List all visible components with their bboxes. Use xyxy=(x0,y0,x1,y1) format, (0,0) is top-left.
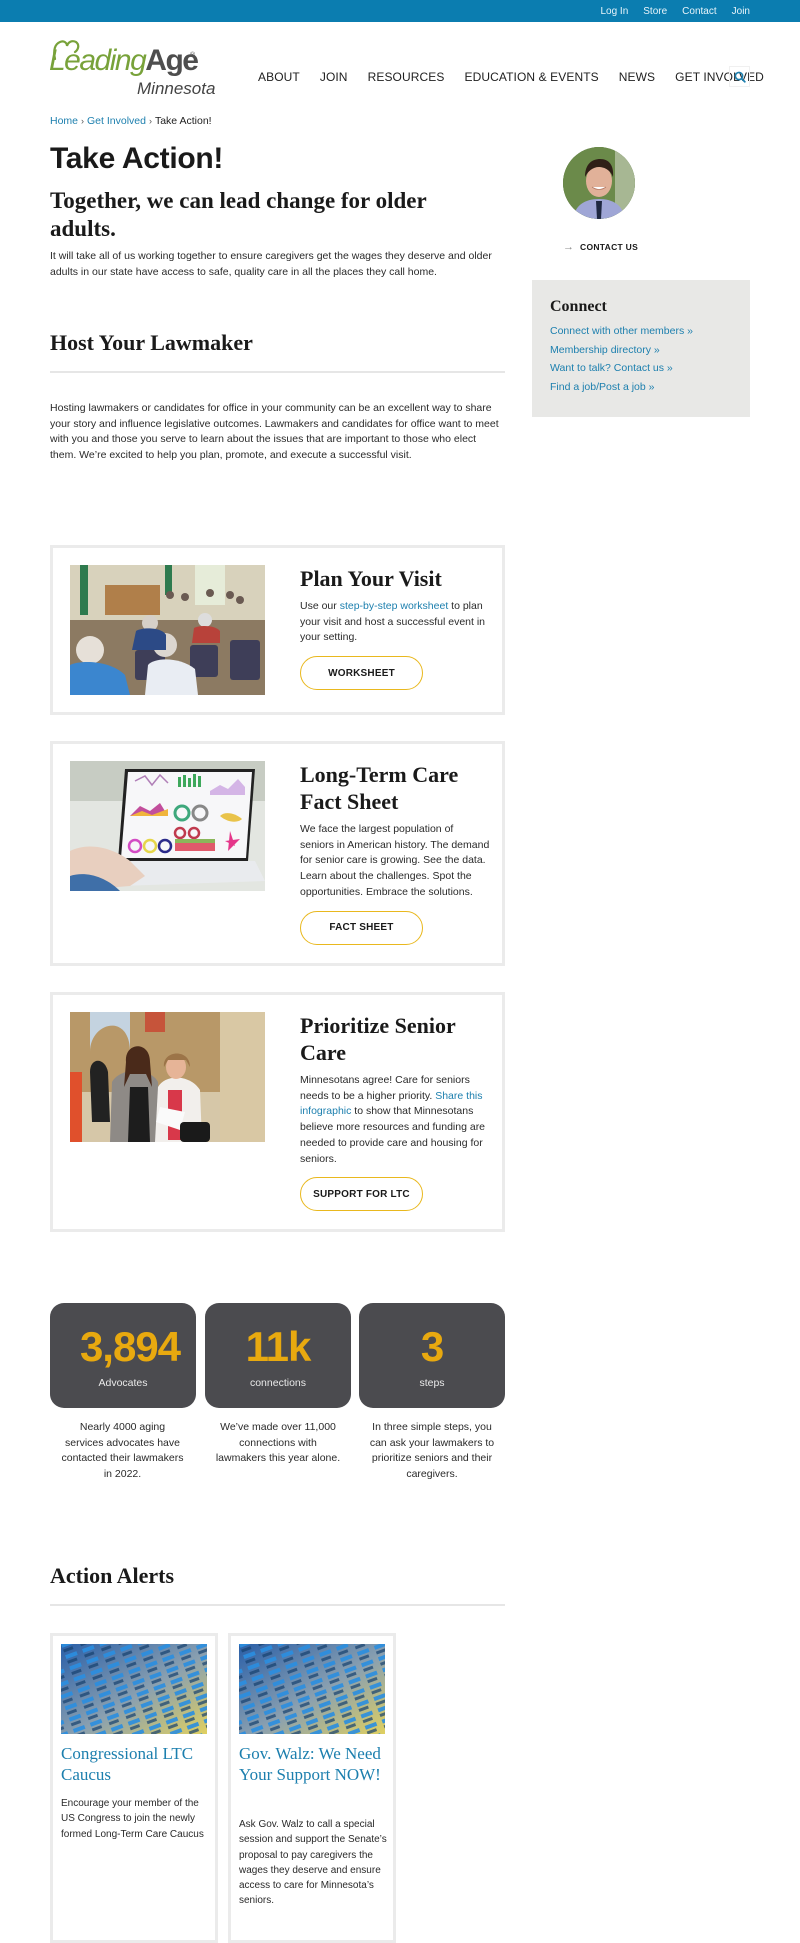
stat-description: In three simple steps, you can ask your … xyxy=(369,1421,495,1480)
capitol-photo-icon xyxy=(70,1012,265,1142)
membership-directory-link[interactable]: Membership directory » xyxy=(550,341,750,360)
intro-text: It will take all of us working together … xyxy=(50,250,492,278)
search-button[interactable] xyxy=(729,66,750,87)
card-text: We face the largest population of senior… xyxy=(300,823,490,898)
card-title: Prioritize Senior Care xyxy=(300,1013,456,1065)
breadcrumb-get-involved[interactable]: Get Involved xyxy=(87,115,146,127)
person-photo-icon xyxy=(563,147,635,219)
worksheet-link[interactable]: step-by-step worksheet xyxy=(340,600,449,612)
logo-leading: Leading xyxy=(49,44,147,77)
feature-card-plan-visit: Plan Your Visit Use our step-by-step wor… xyxy=(50,545,505,715)
card-text: Use our step-by-step worksheet to plan y… xyxy=(300,599,490,646)
stat-label: connections xyxy=(249,1377,307,1389)
host-heading: Host Your Lawmaker xyxy=(50,330,253,355)
arrow-right-icon: → xyxy=(563,241,574,253)
card-title: Plan Your Visit xyxy=(300,566,442,591)
main-nav: ABOUT JOIN RESOURCES EDUCATION & EVENTS … xyxy=(258,70,784,84)
stat-tile-steps: 3 steps xyxy=(359,1303,505,1408)
host-text: Hosting lawmakers or candidates for offi… xyxy=(50,402,499,462)
contact-us-label: CONTACT US xyxy=(580,242,639,252)
alert-card[interactable]: Gov. Walz: We Need Your Support NOW! Ask… xyxy=(228,1633,396,1943)
stat-number: 3,894 xyxy=(79,1323,181,1370)
action-alerts-heading: Action Alerts xyxy=(50,1563,175,1588)
nav-news[interactable]: NEWS xyxy=(619,70,655,84)
breadcrumb-current: Take Action! xyxy=(154,115,212,127)
stat-number: 3 xyxy=(420,1323,444,1370)
registered-mark: ® xyxy=(190,52,196,59)
alert-title-link[interactable]: Congressional LTC Caucus xyxy=(61,1744,209,1785)
contact-us-link[interactable]: → CONTACT US xyxy=(563,241,638,253)
utility-bar: Log In Store Contact Join xyxy=(0,0,800,22)
staff-avatar xyxy=(563,147,635,219)
worksheet-button[interactable]: WORKSHEET xyxy=(300,656,423,691)
alert-text: Ask Gov. Walz to call a special session … xyxy=(239,1819,387,1907)
feature-card-fact-sheet: Long-Term Care Fact Sheet We face the la… xyxy=(50,741,505,966)
nav-resources[interactable]: RESOURCES xyxy=(368,70,445,84)
alert-text: Encourage your member of the US Congress… xyxy=(61,1798,204,1840)
card-photo-meeting xyxy=(70,565,265,695)
site-logo[interactable]: LeadingAge ® Minnesota xyxy=(49,38,219,100)
stat-label: Advocates xyxy=(98,1377,148,1389)
join-link[interactable]: Join xyxy=(732,6,750,17)
fact-sheet-button[interactable]: FACT SHEET xyxy=(300,910,423,945)
logo-wordmark: LeadingAge xyxy=(49,44,199,78)
stat-tile-connections: 11k connections xyxy=(205,1303,351,1408)
meeting-photo-icon xyxy=(70,565,265,695)
nav-about[interactable]: ABOUT xyxy=(258,70,300,84)
nav-join[interactable]: JOIN xyxy=(320,70,348,84)
connect-title: Connect xyxy=(550,298,607,315)
card-photo-capitol xyxy=(70,1012,265,1142)
alert-image xyxy=(239,1644,385,1734)
store-link[interactable]: Store xyxy=(643,6,667,17)
breadcrumb-home[interactable]: Home xyxy=(50,115,78,127)
login-link[interactable]: Log In xyxy=(600,6,628,17)
search-icon xyxy=(734,71,746,83)
card-title: Long-Term Care Fact Sheet xyxy=(300,762,459,814)
connect-members-link[interactable]: Connect with other members » xyxy=(550,322,750,341)
contact-us-sidebar-link[interactable]: Want to talk? Contact us » xyxy=(550,359,750,378)
breadcrumb-separator: › xyxy=(81,116,85,126)
card-photo-laptop xyxy=(70,761,265,891)
breadcrumb: Home › Get Involved › Take Action! xyxy=(50,115,212,127)
stat-description: Nearly 4000 aging services advocates hav… xyxy=(61,1421,184,1480)
contact-link[interactable]: Contact xyxy=(682,6,716,17)
page-subtitle: Together, we can lead change for older a… xyxy=(50,188,427,241)
job-board-link[interactable]: Find a job/Post a job » xyxy=(550,378,750,397)
divider xyxy=(50,1604,505,1606)
stat-tile-advocates: 3,894 Advocates xyxy=(50,1303,196,1408)
card-body: Prioritize Senior Care Minnesotans agree… xyxy=(300,1012,490,1212)
alert-title-link[interactable]: Gov. Walz: We Need Your Support NOW! xyxy=(239,1744,387,1785)
stat-description: We’ve made over 11,000 connections with … xyxy=(215,1421,341,1464)
logo-age: Age xyxy=(145,44,199,77)
card-body: Plan Your Visit Use our step-by-step wor… xyxy=(300,565,490,691)
divider xyxy=(50,371,505,373)
abstract-pattern-icon xyxy=(239,1644,385,1734)
card-text: Minnesotans agree! Care for seniors need… xyxy=(300,1073,490,1167)
feature-card-senior-care: Prioritize Senior Care Minnesotans agree… xyxy=(50,992,505,1232)
card-text-part: Use our xyxy=(300,600,340,612)
utility-links: Log In Store Contact Join xyxy=(600,0,750,22)
laptop-dashboard-photo-icon xyxy=(70,761,265,891)
stat-number: 11k xyxy=(245,1323,312,1370)
nav-education-events[interactable]: EDUCATION & EVENTS xyxy=(465,70,599,84)
abstract-pattern-icon xyxy=(61,1644,207,1734)
logo-subtitle: Minnesota xyxy=(137,79,216,98)
alert-card[interactable]: Congressional LTC Caucus Encourage your … xyxy=(50,1633,218,1943)
connect-panel: Connect Connect with other members » Mem… xyxy=(532,280,750,417)
alert-image xyxy=(61,1644,207,1734)
support-ltc-button[interactable]: SUPPORT FOR LTC xyxy=(300,1177,423,1212)
card-body: Long-Term Care Fact Sheet We face the la… xyxy=(300,761,490,945)
page-title: Take Action! xyxy=(50,142,224,175)
stat-label: steps xyxy=(419,1377,445,1389)
breadcrumb-separator: › xyxy=(148,116,152,126)
nav-get-involved[interactable]: GET INVOLVED xyxy=(675,70,764,84)
